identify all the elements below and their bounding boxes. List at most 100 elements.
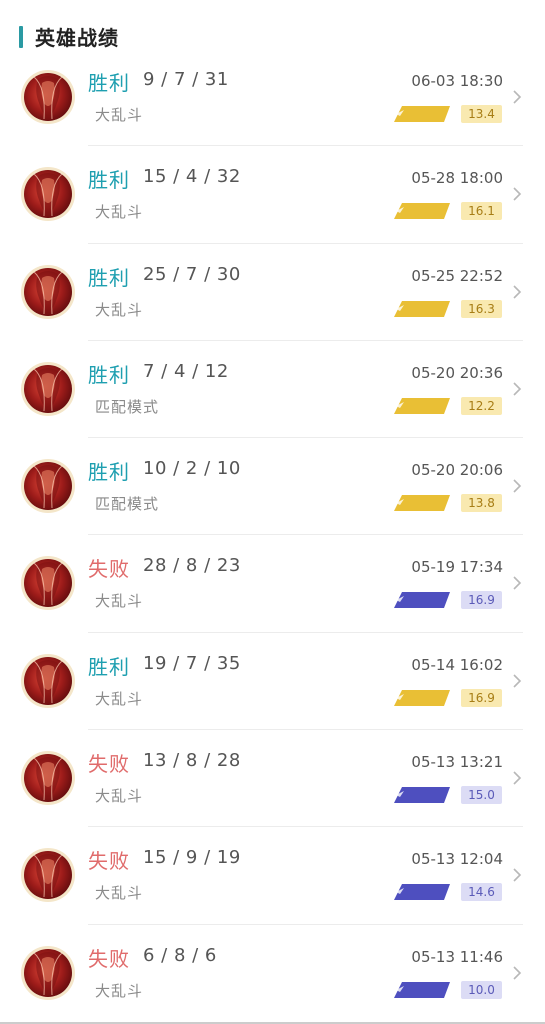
performance-score: 16.9: [461, 688, 502, 707]
match-result: 胜利: [88, 362, 130, 387]
match-result: 胜利: [88, 654, 130, 679]
game-mode: 大乱斗: [95, 981, 144, 1000]
hero-avatar: [21, 556, 75, 611]
performance-score: 12.2: [461, 396, 502, 415]
svp-badge-icon: [394, 590, 450, 610]
performance-score: 13.8: [461, 494, 502, 513]
svp-badge-icon: [394, 785, 450, 805]
match-result: 胜利: [88, 168, 130, 193]
match-datetime: 05-19 17:34: [411, 558, 503, 577]
kda-score: 6 / 8 / 6: [143, 944, 217, 966]
hero-avatar: [21, 459, 75, 514]
hero-portrait-icon: [24, 754, 72, 803]
page-title: 英雄战绩: [35, 26, 119, 50]
performance-score: 14.6: [461, 883, 502, 902]
game-mode: 大乱斗: [95, 787, 144, 806]
kda-score: 7 / 4 / 12: [143, 360, 229, 382]
match-row[interactable]: 失败 6 / 8 / 6 大乱斗 05-13 11:46 10.0: [0, 925, 545, 1022]
hero-portrait-icon: [24, 170, 72, 219]
game-mode: 大乱斗: [95, 884, 144, 903]
performance-score: 10.0: [461, 980, 502, 999]
chevron-right-icon: [513, 285, 522, 299]
mvp-badge-icon: [394, 104, 450, 124]
match-datetime: 05-25 22:52: [411, 266, 503, 285]
hero-portrait-icon: [24, 73, 72, 121]
match-datetime: 05-28 18:00: [411, 169, 503, 188]
hero-portrait-icon: [24, 851, 72, 900]
hero-avatar: [21, 70, 75, 124]
chevron-right-icon: [513, 576, 522, 591]
mvp-badge-icon: [394, 299, 450, 319]
kda-score: 13 / 8 / 28: [143, 750, 241, 772]
header-accent-bar: [19, 26, 23, 48]
chevron-right-icon: [513, 868, 522, 882]
hero-avatar: [21, 167, 75, 222]
game-mode: 大乱斗: [95, 300, 144, 319]
match-result: 失败: [88, 849, 130, 874]
match-row[interactable]: 胜利 19 / 7 / 35 大乱斗 05-14 16:02 16.9: [0, 633, 545, 731]
match-row[interactable]: 失败 13 / 8 / 28 大乱斗 05-13 13:21 15.0: [0, 730, 545, 828]
performance-score: 16.3: [461, 299, 502, 318]
match-row[interactable]: 胜利 25 / 7 / 30 大乱斗 05-25 22:52 16.3: [0, 244, 545, 342]
match-result: 失败: [88, 557, 130, 582]
match-result: 胜利: [88, 71, 130, 95]
performance-score: 16.1: [461, 202, 502, 221]
match-history-list: 胜利 9 / 7 / 31 大乱斗 06-03 18:30 13.4 胜利 15 / 4 /…: [0, 49, 545, 1022]
match-datetime: 05-13 11:46: [411, 947, 503, 966]
chevron-right-icon: [513, 479, 522, 493]
match-datetime: 06-03 18:30: [411, 72, 503, 90]
mvp-badge-icon: [394, 201, 450, 221]
kda-score: 28 / 8 / 23: [143, 555, 241, 577]
kda-score: 15 / 9 / 19: [143, 847, 241, 869]
mvp-badge-icon: [394, 688, 450, 708]
match-row[interactable]: 失败 28 / 8 / 23 大乱斗 05-19 17:34 16.9: [0, 535, 545, 634]
hero-portrait-icon: [24, 462, 72, 511]
kda-score: 10 / 2 / 10: [143, 458, 241, 480]
kda-score: 19 / 7 / 35: [143, 652, 241, 674]
kda-score: 9 / 7 / 31: [143, 69, 229, 90]
match-row[interactable]: 失败 15 / 9 / 19 大乱斗 05-13 12:04 14.6: [0, 827, 545, 925]
hero-avatar: [21, 848, 75, 903]
match-datetime: 05-20 20:06: [411, 461, 503, 480]
chevron-right-icon: [513, 674, 522, 688]
match-result: 胜利: [88, 265, 130, 290]
svp-badge-icon: [394, 882, 450, 902]
game-mode: 匹配模式: [95, 495, 160, 514]
match-row[interactable]: 胜利 10 / 2 / 10 匹配模式 05-20 20:06 13.8: [0, 438, 545, 536]
hero-portrait-icon: [24, 948, 72, 997]
mvp-badge-icon: [394, 396, 450, 416]
chevron-right-icon: [513, 90, 522, 104]
hero-avatar: [21, 945, 75, 1000]
performance-score: 15.0: [461, 786, 502, 805]
match-datetime: 05-13 12:04: [411, 850, 503, 869]
chevron-right-icon: [513, 771, 522, 785]
hero-avatar: [21, 361, 75, 416]
performance-score: 16.9: [461, 591, 502, 610]
kda-score: 15 / 4 / 32: [143, 166, 241, 188]
match-datetime: 05-14 16:02: [411, 655, 503, 674]
hero-portrait-icon: [24, 656, 72, 705]
match-datetime: 05-20 20:36: [411, 363, 503, 382]
hero-avatar: [21, 751, 75, 806]
game-mode: 匹配模式: [95, 397, 160, 416]
hero-avatar: [21, 264, 75, 319]
game-mode: 大乱斗: [95, 203, 144, 222]
svp-badge-icon: [394, 980, 450, 1000]
match-result: 失败: [88, 946, 130, 971]
hero-portrait-icon: [24, 559, 72, 608]
chevron-right-icon: [513, 187, 522, 201]
game-mode: 大乱斗: [95, 592, 144, 611]
match-result: 胜利: [88, 460, 130, 485]
performance-score: 13.4: [461, 105, 502, 123]
match-row[interactable]: 胜利 15 / 4 / 32 大乱斗 05-28 18:00 16.1: [0, 146, 545, 244]
kda-score: 25 / 7 / 30: [143, 263, 241, 285]
match-row[interactable]: 胜利 9 / 7 / 31 大乱斗 06-03 18:30 13.4: [0, 49, 545, 147]
match-result: 失败: [88, 752, 130, 777]
hero-portrait-icon: [24, 267, 72, 316]
match-row[interactable]: 胜利 7 / 4 / 12 匹配模式 05-20 20:36 12.2: [0, 341, 545, 439]
hero-portrait-icon: [24, 364, 72, 413]
game-mode: 大乱斗: [95, 689, 144, 708]
game-mode: 大乱斗: [95, 106, 144, 124]
chevron-right-icon: [513, 382, 522, 396]
mvp-badge-icon: [394, 493, 450, 513]
